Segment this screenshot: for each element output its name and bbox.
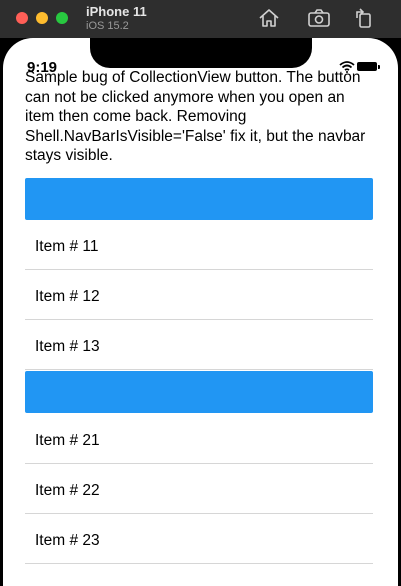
list-item-label: Item # 23 <box>35 532 100 549</box>
device-name: iPhone 11 <box>86 4 147 19</box>
status-time: 9:19 <box>27 59 58 76</box>
list-item-label: Item # 11 <box>35 238 99 255</box>
simulator-titlebar: iPhone 11 iOS 15.2 <box>0 0 401 38</box>
rotate-icon[interactable] <box>352 7 376 29</box>
list-item[interactable]: Item # 21 <box>25 414 373 464</box>
device-notch <box>90 38 312 68</box>
os-version: iOS 15.2 <box>86 20 129 32</box>
screenshot-icon[interactable] <box>307 7 331 29</box>
list-item[interactable]: Item # 13 <box>25 320 373 370</box>
list-item[interactable]: Item # 12 <box>25 270 373 320</box>
battery-icon <box>357 62 380 71</box>
close-window-button[interactable] <box>16 12 28 24</box>
list-item-label: Item # 22 <box>35 482 100 499</box>
wifi-icon <box>339 60 355 78</box>
app-display: 9:19 Sample bug of CollectionView button… <box>3 38 398 586</box>
list-item-label: Item # 21 <box>35 432 100 449</box>
list-item[interactable]: Item # 22 <box>25 464 373 514</box>
list-item-label: Item # 12 <box>35 288 100 305</box>
group-button-1[interactable] <box>25 178 373 220</box>
list-item[interactable]: Item # 11 <box>25 220 373 270</box>
list-item[interactable]: Item # 23 <box>25 514 373 564</box>
minimize-window-button[interactable] <box>36 12 48 24</box>
device-screen: 9:19 Sample bug of CollectionView button… <box>0 38 401 586</box>
zoom-window-button[interactable] <box>56 12 68 24</box>
home-icon[interactable] <box>257 7 281 29</box>
group-button-2[interactable] <box>25 371 373 413</box>
list-item-label: Item # 13 <box>35 338 100 355</box>
description-text: Sample bug of CollectionView button. The… <box>25 69 366 164</box>
